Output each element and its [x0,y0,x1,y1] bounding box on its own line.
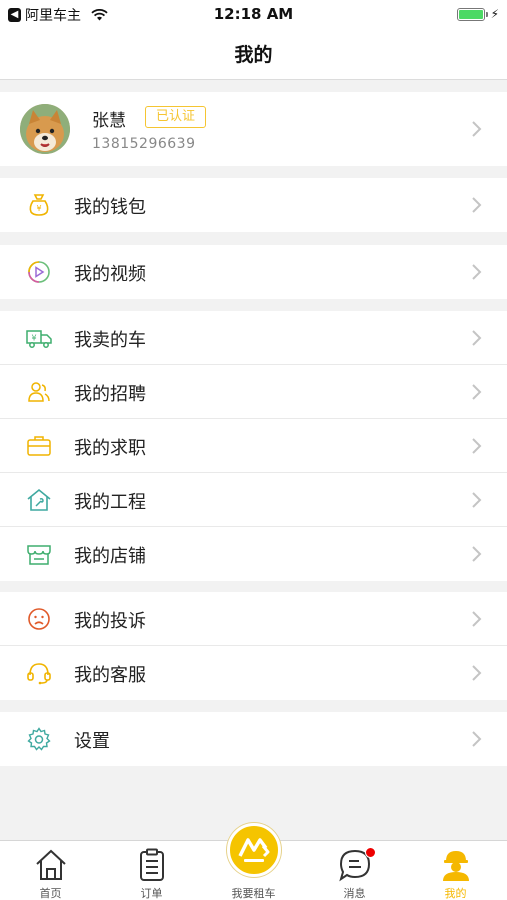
menu-label: 我的投诉 [74,611,146,632]
tab-messages[interactable]: 消息 [304,841,405,900]
menu-label: 我的视频 [74,264,146,285]
menu-item-wallet[interactable]: ¥ 我的钱包 [0,178,507,232]
chevron-right-icon [472,384,482,400]
charging-icon: ⚡ [490,7,499,21]
menu-label: 我卖的车 [74,330,146,351]
svg-text:¥: ¥ [31,334,36,343]
menu-group-wallet: ¥ 我的钱包 [0,178,507,232]
tab-label: 消息 [343,887,366,900]
home-icon [35,849,66,880]
menu-group-video: 我的视频 [0,245,507,299]
recruit-icon [28,382,50,402]
chevron-right-icon [472,264,482,280]
sad-face-icon [28,608,50,630]
avatar[interactable] [20,104,70,154]
store-icon [27,545,51,565]
truck-icon: ¥ [26,330,52,348]
menu-label: 设置 [74,731,110,752]
rent-vehicle-button[interactable] [226,823,281,877]
menu-item-video[interactable]: 我的视频 [0,245,507,299]
profile-name: 张慧 [92,111,126,131]
menu-item-projects[interactable]: 我的工程 [0,473,507,527]
tab-rent-vehicle[interactable]: 我要租车 [203,823,304,900]
menu-label: 我的工程 [74,492,146,513]
menu-group-business: ¥ 我卖的车 我的招聘 我的求职 我的工程 我的店铺 [0,311,507,581]
house-wrench-icon [27,488,51,511]
chevron-right-icon [472,611,482,627]
menu-label: 我的店铺 [74,546,146,567]
battery-tip [485,11,488,17]
video-icon [28,261,50,283]
menu-item-customer-service[interactable]: 我的客服 [0,646,507,700]
status-time: 12:18 AM [213,5,294,23]
chevron-right-icon [472,330,482,346]
menu-label: 我的招聘 [74,384,146,405]
menu-item-sold-vehicles[interactable]: ¥ 我卖的车 [0,311,507,365]
tab-bar: 首页 订单 我要租车 消息 我的 [0,823,507,900]
svg-text:¥: ¥ [36,204,41,213]
status-bar: ◀ 阿里车主 12:18 AM ⚡ [0,0,507,28]
profile-card[interactable]: 张慧 已认证 13815296639 [0,92,507,166]
tab-label: 订单 [140,887,163,900]
menu-label: 我的求职 [74,438,146,459]
menu-label: 我的钱包 [74,197,146,218]
nav-bar: 我的 [0,28,507,80]
dog-avatar-icon [20,104,70,154]
menu-item-job-seeking[interactable]: 我的求职 [0,419,507,473]
tab-label: 我要租车 [231,887,276,900]
menu-label: 我的客服 [74,665,146,686]
status-right: ⚡ [456,7,499,21]
chevron-right-icon [472,731,482,747]
headset-icon [27,663,51,685]
chevron-right-icon [472,438,482,454]
wallet-icon: ¥ [29,194,49,216]
gear-icon [27,727,51,751]
briefcase-icon [27,436,51,456]
menu-group-support: 我的投诉 我的客服 [0,592,507,700]
page-title: 我的 [234,44,273,66]
excavator-logo-icon [237,838,269,862]
menu-item-recruitment[interactable]: 我的招聘 [0,365,507,419]
profile-phone: 13815296639 [92,136,196,152]
chevron-right-icon [472,121,482,137]
notification-dot [365,847,376,858]
chevron-right-icon [472,197,482,213]
tab-label: 首页 [39,887,62,900]
chevron-right-icon [472,665,482,681]
clipboard-icon [139,848,164,881]
menu-item-complaints[interactable]: 我的投诉 [0,592,507,646]
menu-item-store[interactable]: 我的店铺 [0,527,507,581]
menu-group-settings: 设置 [0,712,507,766]
tab-mine[interactable]: 我的 [405,841,506,900]
menu-item-settings[interactable]: 设置 [0,712,507,766]
tab-orders[interactable]: 订单 [101,841,202,900]
chevron-right-icon [472,492,482,508]
battery-icon [456,7,485,21]
worker-icon [442,851,469,881]
chevron-right-icon [472,546,482,562]
tab-label: 我的 [444,887,467,900]
verified-badge: 已认证 [145,106,207,128]
tab-home[interactable]: 首页 [0,841,101,900]
